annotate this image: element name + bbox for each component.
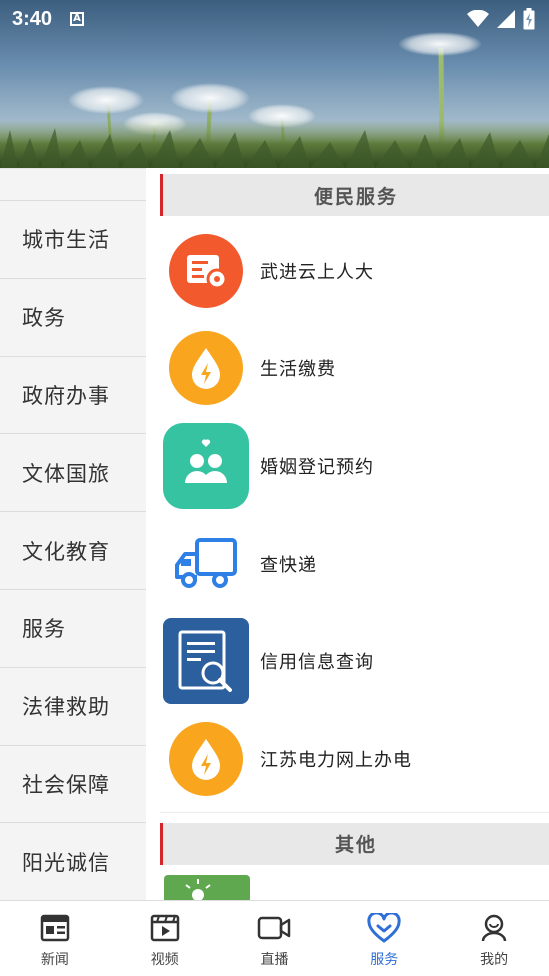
sidebar-item-label: 文化教育 <box>22 539 110 564</box>
sidebar-item-sunshine-integrity[interactable]: 阳光诚信 <box>0 823 146 900</box>
tab-label: 视频 <box>150 952 179 968</box>
document-card-icon <box>160 225 252 317</box>
sidebar-item-label: 法律救助 <box>22 695 110 720</box>
user-profile-icon <box>477 911 511 945</box>
header-banner: 3:40 A <box>0 0 549 168</box>
newspaper-icon <box>38 911 72 945</box>
sidebar-item-label: 政府办事 <box>22 383 110 408</box>
service-item-marriage-registration[interactable]: 婚姻登记预约 <box>160 417 549 515</box>
tab-video[interactable]: 视频 <box>110 901 220 976</box>
service-item-utility-payment[interactable]: 生活缴费 <box>160 320 549 418</box>
service-label: 生活缴费 <box>260 359 336 381</box>
sidebar-item-culture-sports-travel[interactable]: 文体国旅 <box>0 434 146 513</box>
live-camera-icon <box>257 911 291 945</box>
sidebar-item-label: 社会保障 <box>22 772 110 797</box>
water-drop-bolt-icon <box>160 713 252 805</box>
water-drop-bolt-icon <box>160 322 252 414</box>
sidebar-item-label: 服务 <box>22 617 66 642</box>
wifi-icon <box>467 10 489 27</box>
sidebar-item-culture-education[interactable]: 文化教育 <box>0 512 146 590</box>
service-content: 便民服务 武进云上人大 生活缴费 婚姻登记预约 查快递 信用信息查询 江苏电力网… <box>160 168 549 900</box>
section-header-other: 其他 <box>160 822 549 865</box>
section-divider <box>160 811 549 813</box>
tab-label: 新闻 <box>40 952 69 968</box>
service-label: 信用信息查询 <box>260 652 374 674</box>
tab-services[interactable]: 服务 <box>329 901 439 976</box>
notification-icon: A <box>70 12 85 26</box>
sidebar-item-label: 城市生活 <box>22 228 110 253</box>
service-label: 查快递 <box>260 554 317 576</box>
status-time: 3:40 <box>12 7 53 30</box>
sidebar-item-legal-aid[interactable]: 法律救助 <box>0 668 146 746</box>
delivery-truck-icon <box>160 518 252 610</box>
sidebar-item-label: 政务 <box>22 306 66 331</box>
status-bar: 3:40 A <box>0 0 549 38</box>
video-play-icon <box>148 911 182 945</box>
heart-service-icon <box>367 911 401 945</box>
couple-heart-icon <box>160 420 252 512</box>
sidebar-item-government-affairs[interactable]: 政务 <box>0 279 146 357</box>
tab-mine[interactable]: 我的 <box>439 901 549 976</box>
tab-label: 直播 <box>260 952 289 968</box>
service-label: 婚姻登记预约 <box>260 456 374 478</box>
sidebar-item-services[interactable]: 服务 <box>0 590 146 668</box>
service-label: 武进云上人大 <box>260 261 374 283</box>
tab-live[interactable]: 直播 <box>220 901 330 976</box>
service-item-wujin-cloud-congress[interactable]: 武进云上人大 <box>160 222 549 320</box>
signal-icon <box>497 10 515 28</box>
category-sidebar: 城市生活 政务 政府办事 文体国旅 文化教育 服务 法律救助 社会保障 阳光诚信 <box>0 168 146 900</box>
service-label: 江苏电力网上办电 <box>260 749 412 771</box>
service-list: 武进云上人大 生活缴费 婚姻登记预约 查快递 信用信息查询 江苏电力网上办电 <box>160 216 549 808</box>
sidebar-top-spacer <box>0 169 146 201</box>
tab-label: 服务 <box>370 952 399 968</box>
service-item-check-express[interactable]: 查快递 <box>160 515 549 613</box>
section-header-convenience-services: 便民服务 <box>160 174 549 216</box>
document-search-icon <box>160 615 252 707</box>
sidebar-item-label: 阳光诚信 <box>22 850 110 875</box>
sun-icon[interactable] <box>164 874 250 900</box>
tab-label: 我的 <box>480 952 509 968</box>
sidebar-item-social-security[interactable]: 社会保障 <box>0 746 146 824</box>
battery-charging-icon <box>523 8 535 30</box>
bottom-tab-bar: 新闻 视频 直播 服务 我的 <box>0 900 549 976</box>
sidebar-item-government-services[interactable]: 政府办事 <box>0 357 146 435</box>
sidebar-item-label: 文体国旅 <box>22 461 110 486</box>
service-item-credit-inquiry[interactable]: 信用信息查询 <box>160 612 549 710</box>
service-item-jiangsu-power-online[interactable]: 江苏电力网上办电 <box>160 710 549 808</box>
sidebar-item-city-life[interactable]: 城市生活 <box>0 201 146 279</box>
tab-news[interactable]: 新闻 <box>0 901 110 976</box>
